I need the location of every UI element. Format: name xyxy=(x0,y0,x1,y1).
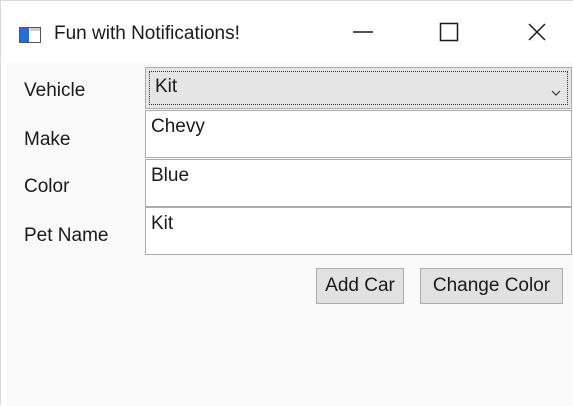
color-label: Color xyxy=(24,176,70,197)
vehicle-dropdown[interactable]: Kit xyxy=(145,67,572,109)
pet-name-field[interactable]: Kit xyxy=(145,207,572,255)
app-window-icon xyxy=(19,27,41,43)
window-title: Fun with Notifications! xyxy=(54,23,240,44)
change-color-button[interactable]: Change Color xyxy=(420,268,563,304)
make-field[interactable]: Chevy xyxy=(145,110,572,158)
vehicle-selected-value: Kit xyxy=(155,76,178,97)
minimize-button[interactable] xyxy=(335,7,391,61)
make-label: Make xyxy=(24,129,71,150)
color-field[interactable]: Blue xyxy=(145,159,572,207)
minimize-icon xyxy=(352,21,374,48)
form-area: Vehicle Kit Make Chevy Color Blue Pet Na… xyxy=(7,63,573,406)
vehicle-label: Vehicle xyxy=(24,80,86,101)
chevron-down-icon xyxy=(551,84,561,96)
close-button[interactable] xyxy=(509,7,565,61)
close-icon xyxy=(526,21,548,48)
focus-rectangle xyxy=(149,71,568,105)
maximize-icon xyxy=(438,21,460,48)
pet-name-label: Pet Name xyxy=(24,225,109,246)
app-window: Fun with Notifications! Vehicle Kit Make… xyxy=(0,0,573,406)
maximize-button[interactable] xyxy=(421,7,477,61)
add-car-button[interactable]: Add Car xyxy=(316,268,404,304)
title-bar[interactable]: Fun with Notifications! xyxy=(1,1,573,63)
